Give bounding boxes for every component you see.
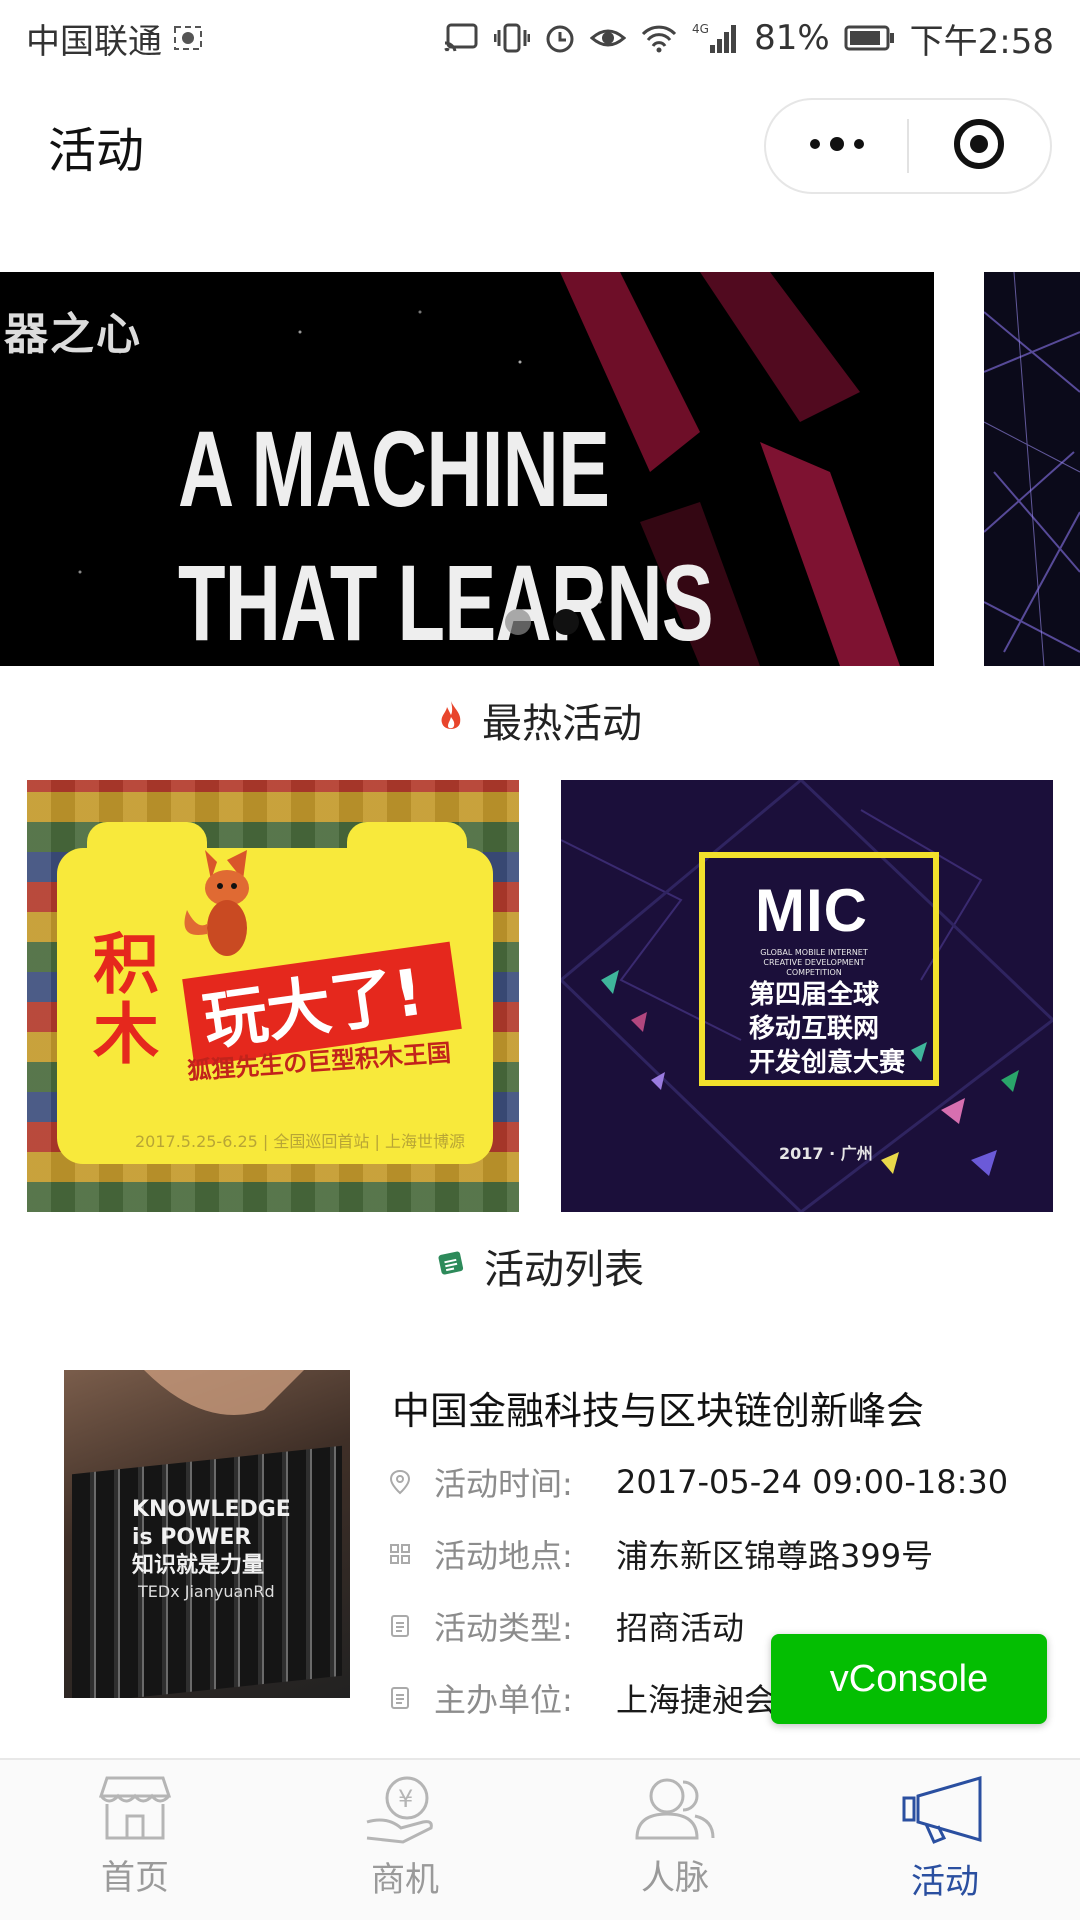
lego-date: 2017.5.25-6.25 | 全国巡回首站 | 上海世博源 xyxy=(135,1132,465,1151)
svg-text:¥: ¥ xyxy=(398,1785,413,1813)
more-dots-icon xyxy=(807,134,867,158)
location-pin-icon xyxy=(388,1469,412,1495)
banner-next-art xyxy=(984,272,1080,666)
eye-icon xyxy=(590,22,627,54)
mic-year: 2017 · 广州 xyxy=(779,1144,873,1163)
event-type-label: 活动类型: xyxy=(434,1609,573,1647)
more-button[interactable] xyxy=(766,100,907,192)
banner-headline-line1: A MACHINE xyxy=(178,408,610,529)
event-organizer-value: 上海捷昶会 xyxy=(616,1681,777,1719)
megaphone-icon xyxy=(900,1774,990,1850)
banner-headline: A MACHINE THAT LEARNS ? xyxy=(178,402,722,666)
tab-contacts[interactable]: 人脉 xyxy=(540,1760,810,1920)
tab-business[interactable]: ¥ 商机 xyxy=(270,1760,540,1920)
clock: 下午2:58 xyxy=(909,21,1054,62)
thumb-line2: is POWER xyxy=(132,1525,252,1550)
grid-icon xyxy=(388,1543,412,1565)
list-section-title: 活动列表 xyxy=(484,1247,644,1293)
event-time-row: 活动时间: 2017-05-24 09:00-18:30 xyxy=(388,1458,1008,1506)
tab-contacts-label: 人脉 xyxy=(641,1858,709,1898)
document-icon xyxy=(388,1686,412,1710)
thumb-line3: 知识就是力量 xyxy=(132,1553,265,1578)
carousel-dot[interactable] xyxy=(505,609,531,635)
navigation-bar: 活动 xyxy=(0,76,1080,216)
page-title: 活动 xyxy=(48,123,145,179)
event-location-value: 浦东新区锦尊路399号 xyxy=(616,1537,934,1575)
event-type-value: 招商活动 xyxy=(616,1609,745,1647)
event-location-label: 活动地点: xyxy=(434,1537,573,1575)
hot-section-header: 最热活动 xyxy=(0,690,1080,750)
alarm-icon xyxy=(544,22,576,54)
list-icon xyxy=(436,1243,466,1289)
carrier-label: 中国联通 xyxy=(26,21,162,62)
money-hand-icon: ¥ xyxy=(365,1774,445,1848)
banner-slide[interactable]: 器之心 A MACHINE THAT LEARNS ? xyxy=(0,272,934,666)
store-icon xyxy=(98,1774,172,1846)
close-button[interactable] xyxy=(909,100,1050,192)
signal-icon: 4G xyxy=(692,21,740,55)
banner-logo-text: 器之心 xyxy=(4,309,142,360)
thumbnail-ted-text: TEDx JianyuanRd xyxy=(138,1582,275,1601)
wifi-icon xyxy=(640,22,678,54)
mic-logo: MIC xyxy=(755,877,868,944)
target-circle-icon xyxy=(952,117,1006,175)
people-icon xyxy=(633,1774,717,1846)
cast-icon xyxy=(442,22,480,54)
banner-headline-line2: THAT LEARNS ? xyxy=(178,542,714,663)
tab-business-label: 商机 xyxy=(371,1860,439,1900)
screen-record-icon xyxy=(172,22,204,54)
event-organizer-label: 主办单位: xyxy=(434,1681,573,1719)
tab-activities[interactable]: 活动 xyxy=(810,1760,1080,1920)
event-type-row: 活动类型: 招商活动 xyxy=(388,1602,744,1650)
fire-icon xyxy=(438,697,464,743)
hot-event-card[interactable]: MIC GLOBAL MOBILE INTERNET CREATIVE DEVE… xyxy=(561,780,1053,1212)
carousel-dot-active[interactable] xyxy=(553,609,579,635)
svg-text:4G: 4G xyxy=(692,22,709,36)
event-time-label: 活动时间: xyxy=(434,1465,573,1503)
tab-activities-label: 活动 xyxy=(911,1862,979,1902)
tab-home[interactable]: 首页 xyxy=(0,1760,270,1920)
event-thumbnail: KNOWLEDGE is POWER 知识就是力量 TEDx JianyuanR… xyxy=(64,1370,350,1698)
document-icon xyxy=(388,1614,412,1638)
status-bar: 中国联通 4G 81% 下午2:58 xyxy=(0,0,1080,76)
mic-chinese-title: 第四届全球 移动互联网 开发创意大赛 xyxy=(749,980,906,1078)
lego-big-chars-text: 积 木 xyxy=(93,926,159,1073)
event-location-row: 活动地点: 浦东新区锦尊路399号 xyxy=(388,1530,933,1578)
event-time-value: 2017-05-24 09:00-18:30 xyxy=(616,1463,1009,1501)
battery-icon xyxy=(844,24,896,52)
battery-percent: 81% xyxy=(754,18,830,58)
event-organizer-row: 主办单位: 上海捷昶会 xyxy=(388,1674,776,1722)
event-title[interactable]: 中国金融科技与区块链创新峰会 xyxy=(392,1380,924,1435)
hot-event-card[interactable]: 积 木 玩大了! 狐狸先生の巨型积木王国 2017.5.25-6.25 | 全国… xyxy=(27,780,519,1212)
vconsole-button[interactable]: vConsole xyxy=(771,1634,1047,1724)
vibrate-icon xyxy=(494,22,531,54)
mini-program-capsule xyxy=(764,98,1052,194)
fox-mascot-image xyxy=(184,850,249,956)
carousel-indicator xyxy=(505,609,579,635)
banner-carousel[interactable]: 器之心 A MACHINE THAT LEARNS ? xyxy=(0,272,1080,666)
hot-section-title: 最热活动 xyxy=(482,701,642,747)
list-section-header: 活动列表 xyxy=(0,1236,1080,1296)
tab-home-label: 首页 xyxy=(101,1858,169,1898)
thumbnail-text: KNOWLEDGE is POWER 知识就是力量 xyxy=(132,1496,291,1580)
lego-big-chars: 积 木 xyxy=(93,930,159,1070)
hand-image xyxy=(144,1370,304,1415)
bottom-tab-bar: 首页 ¥ 商机 人脉 活动 xyxy=(0,1758,1080,1920)
banner-slide-next[interactable] xyxy=(984,272,1080,666)
thumb-line1: KNOWLEDGE xyxy=(132,1497,291,1522)
mic-english-subtitle: GLOBAL MOBILE INTERNET CREATIVE DEVELOPM… xyxy=(760,948,868,977)
